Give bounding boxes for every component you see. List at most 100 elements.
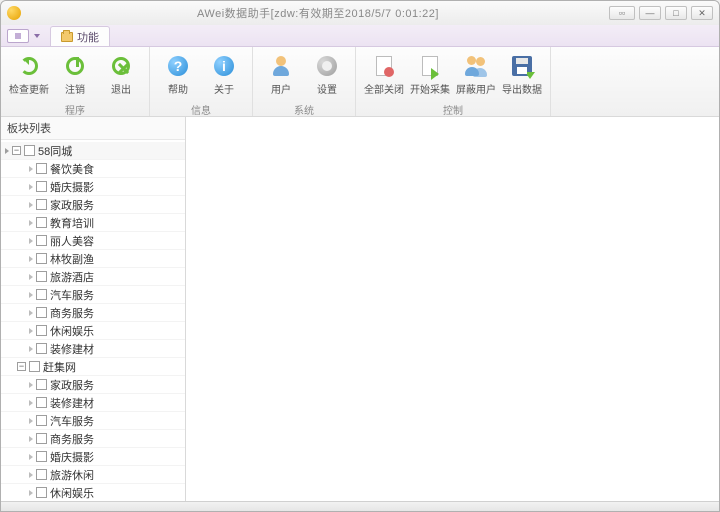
- tree-child-row[interactable]: 汽车服务: [1, 286, 185, 304]
- checkbox[interactable]: [36, 307, 47, 318]
- tree-child-row[interactable]: 餐饮美食: [1, 160, 185, 178]
- checkbox[interactable]: [29, 361, 40, 372]
- quick-access-toolbar: [7, 25, 40, 46]
- restore-down-button[interactable]: ▫▫: [609, 6, 635, 20]
- tree-label: 休闲娱乐: [50, 485, 94, 501]
- checkbox[interactable]: [36, 379, 47, 390]
- tree-label: 商务服务: [50, 431, 94, 447]
- ribbon: 检查更新 注销 退出 程序 ?帮助 i关于 信息 用户 设置 系统 全部关闭 开…: [1, 47, 719, 117]
- leaf-arrow-icon: [29, 238, 33, 244]
- ribbon-group-info: ?帮助 i关于 信息: [150, 47, 253, 116]
- leaf-arrow-icon: [29, 400, 33, 406]
- close-button[interactable]: ✕: [691, 6, 713, 20]
- tree-child-row[interactable]: 休闲娱乐: [1, 484, 185, 501]
- check-update-button[interactable]: 检查更新: [7, 51, 51, 98]
- qat-dropdown-icon[interactable]: [34, 34, 40, 38]
- tree-parent-row[interactable]: − 58同城: [1, 142, 185, 160]
- checkbox[interactable]: [36, 451, 47, 462]
- document-close-icon: [376, 56, 392, 76]
- leaf-arrow-icon: [29, 418, 33, 424]
- leaf-arrow-icon: [29, 202, 33, 208]
- tree-child-row[interactable]: 婚庆摄影: [1, 448, 185, 466]
- tree-child-row[interactable]: 教育培训: [1, 214, 185, 232]
- tree-child-row[interactable]: 旅游休闲: [1, 466, 185, 484]
- checkbox[interactable]: [36, 163, 47, 174]
- checkbox[interactable]: [36, 181, 47, 192]
- start-collect-button[interactable]: 开始采集: [408, 51, 452, 98]
- ribbon-group-program: 检查更新 注销 退出 程序: [1, 47, 150, 116]
- selection-arrow-icon: [5, 148, 9, 154]
- user-button[interactable]: 用户: [259, 51, 303, 98]
- checkbox[interactable]: [36, 325, 47, 336]
- tree-label: 婚庆摄影: [50, 449, 94, 465]
- folder-icon: [61, 32, 73, 42]
- tree-child-row[interactable]: 装修建材: [1, 394, 185, 412]
- tree-child-row[interactable]: 汽车服务: [1, 412, 185, 430]
- close-all-button[interactable]: 全部关闭: [362, 51, 406, 98]
- about-button[interactable]: i关于: [202, 51, 246, 98]
- checkbox[interactable]: [36, 343, 47, 354]
- checkbox[interactable]: [36, 397, 47, 408]
- checkbox[interactable]: [24, 145, 35, 156]
- exit-button[interactable]: 退出: [99, 51, 143, 98]
- category-tree[interactable]: −58同城餐饮美食婚庆摄影家政服务教育培训丽人美容林牧副渔旅游酒店汽车服务商务服…: [1, 140, 185, 501]
- checkbox[interactable]: [36, 487, 47, 498]
- leaf-arrow-icon: [29, 274, 33, 280]
- sidebar: 板块列表 −58同城餐饮美食婚庆摄影家政服务教育培训丽人美容林牧副渔旅游酒店汽车…: [1, 117, 186, 501]
- tree-child-row[interactable]: 林牧副渔: [1, 250, 185, 268]
- gear-icon: [317, 56, 337, 76]
- tree-child-row[interactable]: 商务服务: [1, 304, 185, 322]
- leaf-arrow-icon: [29, 328, 33, 334]
- ribbon-tabstrip: 功能: [1, 25, 719, 47]
- leaf-arrow-icon: [29, 490, 33, 496]
- maximize-button[interactable]: □: [665, 6, 687, 20]
- expander-icon[interactable]: −: [12, 146, 21, 155]
- group-label: 程序: [1, 102, 149, 116]
- qat-button[interactable]: [7, 29, 29, 43]
- tree-parent-row[interactable]: − 赶集网: [1, 358, 185, 376]
- tree-label: 58同城: [38, 143, 72, 159]
- help-button[interactable]: ?帮助: [156, 51, 200, 98]
- block-user-button[interactable]: 屏蔽用户: [454, 51, 498, 98]
- tree-child-row[interactable]: 旅游酒店: [1, 268, 185, 286]
- settings-button[interactable]: 设置: [305, 51, 349, 98]
- expander-icon[interactable]: −: [17, 362, 26, 371]
- tree-child-row[interactable]: 婚庆摄影: [1, 178, 185, 196]
- save-icon: [512, 56, 532, 76]
- tree-child-row[interactable]: 装修建材: [1, 340, 185, 358]
- tree-child-row[interactable]: 商务服务: [1, 430, 185, 448]
- tree-label: 汽车服务: [50, 287, 94, 303]
- tree-label: 装修建材: [50, 341, 94, 357]
- leaf-arrow-icon: [29, 472, 33, 478]
- refresh-icon: [20, 57, 38, 75]
- checkbox[interactable]: [36, 271, 47, 282]
- sidebar-header: 板块列表: [1, 117, 185, 140]
- tree-child-row[interactable]: 丽人美容: [1, 232, 185, 250]
- checkbox[interactable]: [36, 289, 47, 300]
- leaf-arrow-icon: [29, 454, 33, 460]
- tab-functions[interactable]: 功能: [50, 26, 110, 46]
- ribbon-group-control: 全部关闭 开始采集 屏蔽用户 导出数据 控制: [356, 47, 551, 116]
- group-label: 系统: [253, 102, 355, 116]
- tree-child-row[interactable]: 休闲娱乐: [1, 322, 185, 340]
- tree-label: 家政服务: [50, 197, 94, 213]
- tree-label: 丽人美容: [50, 233, 94, 249]
- checkbox[interactable]: [36, 415, 47, 426]
- checkbox[interactable]: [36, 199, 47, 210]
- leaf-arrow-icon: [29, 256, 33, 262]
- checkbox[interactable]: [36, 235, 47, 246]
- tree-child-row[interactable]: 家政服务: [1, 196, 185, 214]
- tree-label: 教育培训: [50, 215, 94, 231]
- statusbar: [1, 501, 719, 511]
- checkbox[interactable]: [36, 253, 47, 264]
- checkbox[interactable]: [36, 433, 47, 444]
- user-icon: [272, 56, 290, 76]
- minimize-button[interactable]: —: [639, 6, 661, 20]
- power-icon: [66, 57, 84, 75]
- tree-label: 赶集网: [43, 359, 76, 375]
- checkbox[interactable]: [36, 217, 47, 228]
- export-data-button[interactable]: 导出数据: [500, 51, 544, 98]
- checkbox[interactable]: [36, 469, 47, 480]
- logout-button[interactable]: 注销: [53, 51, 97, 98]
- tree-child-row[interactable]: 家政服务: [1, 376, 185, 394]
